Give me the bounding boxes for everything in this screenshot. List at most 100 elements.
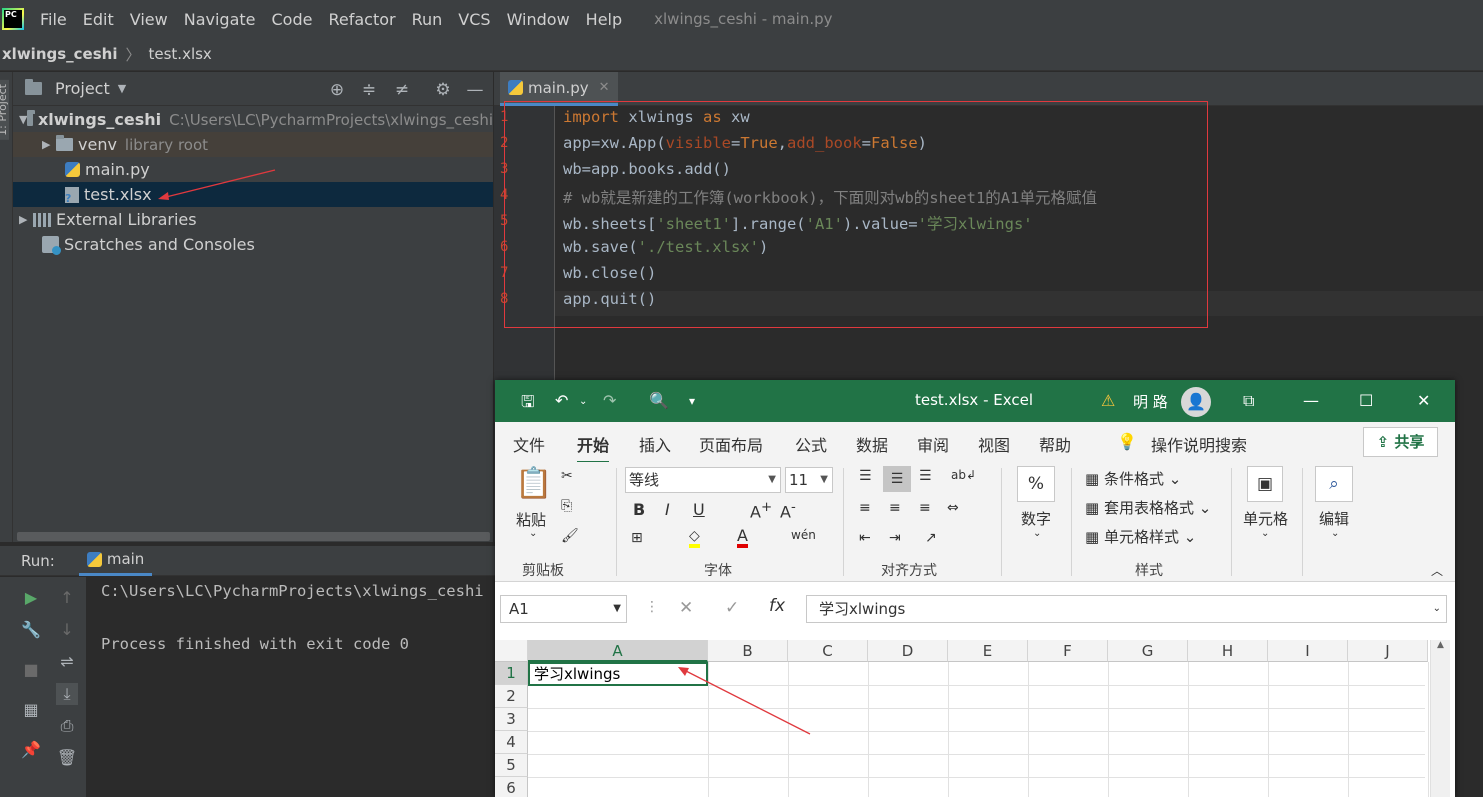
menu-help[interactable]: Help	[578, 10, 630, 29]
collapse-ribbon-icon[interactable]: ︿	[1431, 562, 1443, 579]
copy-icon[interactable]: ⎘	[561, 498, 572, 514]
align-center-icon[interactable]: ≡	[889, 500, 901, 516]
font-name-select[interactable]: 等线 ▼	[625, 467, 781, 493]
tab-view[interactable]: 视图	[978, 432, 1010, 456]
fill-color-icon[interactable]: ◇	[689, 528, 700, 548]
align-left-icon[interactable]: ≡	[859, 500, 871, 516]
chevron-down-icon[interactable]: ▼	[19, 113, 27, 126]
decrease-indent-icon[interactable]: ⇤	[859, 530, 871, 546]
tree-item-venv[interactable]: ▶ venv library root	[13, 132, 493, 157]
increase-indent-icon[interactable]: ⇥	[889, 530, 901, 546]
merge-center-icon[interactable]: ⇔	[947, 500, 959, 516]
format-painter-icon[interactable]: 🖌	[561, 528, 579, 544]
undo-icon[interactable]: ↶	[555, 391, 568, 410]
cells-button[interactable]: 单元格	[1243, 508, 1288, 529]
tree-item-project-root[interactable]: ▼ xlwings_ceshi C:\Users\LC\PycharmProje…	[13, 107, 493, 132]
tab-page-layout[interactable]: 页面布局	[699, 432, 763, 456]
percent-icon[interactable]: %	[1017, 466, 1055, 502]
menu-navigate[interactable]: Navigate	[176, 10, 264, 29]
paste-icon[interactable]: 📋	[515, 466, 552, 501]
column-header[interactable]: A	[528, 640, 708, 662]
menu-refactor[interactable]: Refactor	[320, 10, 403, 29]
paste-dropdown-icon[interactable]: ⌄	[529, 528, 537, 539]
scroll-down-icon[interactable]: ↓	[56, 619, 78, 641]
scroll-up-icon[interactable]: ↑	[56, 587, 78, 609]
tab-help[interactable]: 帮助	[1039, 432, 1071, 456]
stop-icon[interactable]: ■	[20, 659, 42, 681]
menu-run[interactable]: Run	[404, 10, 451, 29]
pin-icon[interactable]: 📌	[20, 739, 42, 761]
column-header[interactable]: C	[788, 640, 868, 662]
column-header[interactable]: I	[1268, 640, 1348, 662]
project-dropdown-icon[interactable]: ▼	[118, 82, 126, 95]
close-icon[interactable]: ✕	[1417, 391, 1430, 410]
align-top-icon[interactable]: ☰	[859, 468, 872, 484]
undo-dropdown-icon[interactable]: ⌄	[579, 396, 587, 407]
search-icon[interactable]: ⌕	[1315, 466, 1353, 502]
paste-button[interactable]: 粘贴	[516, 509, 546, 530]
name-box[interactable]: A1 ▼	[500, 595, 627, 623]
column-header[interactable]: D	[868, 640, 948, 662]
avatar[interactable]: 👤	[1181, 387, 1211, 417]
menu-code[interactable]: Code	[264, 10, 321, 29]
project-panel-title[interactable]: Project	[55, 79, 110, 98]
tab-data[interactable]: 数据	[856, 432, 888, 456]
bold-icon[interactable]: B	[633, 500, 645, 519]
insert-function-icon[interactable]: fx	[769, 596, 785, 616]
scroll-up-icon[interactable]: ▲	[1431, 640, 1450, 650]
rerun-icon[interactable]: ▶	[20, 587, 42, 609]
number-format-button[interactable]: 数字	[1021, 508, 1051, 529]
trash-icon[interactable]: 🗑	[56, 747, 78, 769]
save-icon[interactable]: 🖫	[521, 391, 535, 418]
column-header[interactable]: H	[1188, 640, 1268, 662]
chevron-right-icon[interactable]: ▶	[42, 138, 56, 151]
minimize-icon[interactable]: —	[1303, 391, 1319, 410]
row-header[interactable]: 5	[495, 754, 528, 777]
row-header[interactable]: 6	[495, 777, 528, 797]
tree-item-external-libraries[interactable]: ▶ External Libraries	[13, 207, 493, 232]
column-header[interactable]: B	[708, 640, 788, 662]
tab-file[interactable]: 文件	[513, 432, 545, 456]
conditional-format-button[interactable]: ▦ 条件格式 ⌄	[1085, 468, 1181, 489]
share-button[interactable]: ⇪ 共享	[1363, 427, 1438, 457]
chevron-down-icon[interactable]: ⌄	[1331, 528, 1339, 539]
align-bottom-icon[interactable]: ☰	[919, 468, 932, 484]
column-header[interactable]: E	[948, 640, 1028, 662]
horizontal-scrollbar[interactable]	[17, 532, 490, 541]
cancel-icon[interactable]: ✕	[679, 598, 693, 618]
phonetic-icon[interactable]: wén	[791, 528, 816, 542]
menu-view[interactable]: View	[122, 10, 176, 29]
worksheet-grid[interactable]: A B C D E F G H I J 1 2 3 4 5 6 学习xlwing…	[495, 640, 1455, 797]
cell-styles-button[interactable]: ▦ 单元格样式 ⌄	[1085, 526, 1196, 547]
scroll-to-end-icon[interactable]: ⤓	[56, 683, 78, 705]
project-tool-button[interactable]: 1: Project	[0, 80, 9, 140]
layout-icon[interactable]: ▦	[20, 699, 42, 721]
print-icon[interactable]: ⎙	[56, 715, 78, 737]
menu-vcs[interactable]: VCS	[450, 10, 498, 29]
column-header[interactable]: J	[1348, 640, 1428, 662]
italic-icon[interactable]: I	[665, 500, 670, 519]
select-all-corner[interactable]	[495, 640, 528, 662]
format-as-table-button[interactable]: ▦ 套用表格格式 ⌄	[1085, 497, 1211, 518]
wrench-icon[interactable]: 🔧	[20, 619, 42, 641]
editing-button[interactable]: 编辑	[1319, 508, 1349, 529]
cut-icon[interactable]: ✂	[561, 468, 573, 484]
maximize-icon[interactable]: ☐	[1359, 391, 1373, 410]
row-header[interactable]: 3	[495, 708, 528, 731]
menu-window[interactable]: Window	[499, 10, 578, 29]
locate-icon[interactable]: ⊕	[327, 80, 347, 100]
hide-panel-icon[interactable]: —	[465, 80, 485, 100]
row-header[interactable]: 2	[495, 685, 528, 708]
expand-all-icon[interactable]: ≑	[359, 80, 379, 100]
expand-formula-icon[interactable]: ⌄	[1433, 596, 1441, 622]
chevron-down-icon[interactable]: ⌄	[1261, 528, 1269, 539]
column-header[interactable]: G	[1108, 640, 1188, 662]
cells-icon[interactable]: ▣	[1247, 466, 1283, 502]
align-middle-icon[interactable]: ☰	[883, 466, 911, 492]
orientation-icon[interactable]: ↗	[925, 530, 937, 546]
chevron-down-icon[interactable]: ⌄	[1033, 528, 1041, 539]
tree-item-scratches[interactable]: Scratches and Consoles	[13, 232, 493, 257]
wrap-text-icon[interactable]: ab↲	[951, 468, 976, 482]
underline-icon[interactable]: U	[693, 500, 705, 519]
collapse-all-icon[interactable]: ≠	[392, 80, 412, 100]
